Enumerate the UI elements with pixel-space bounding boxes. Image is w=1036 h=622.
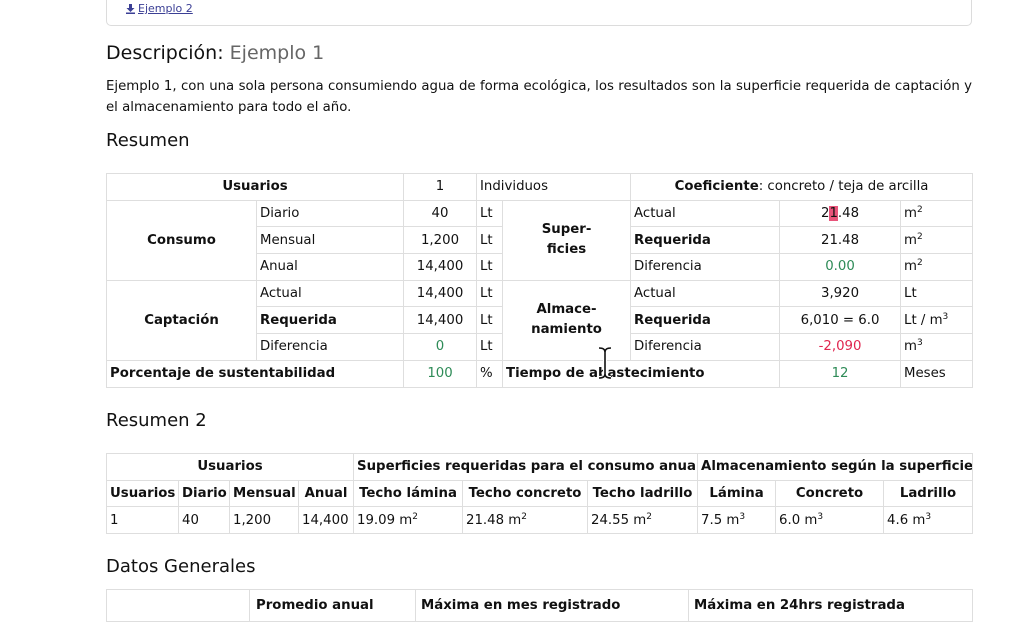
file-card	[106, 0, 972, 26]
table-row: Usuarios Diario Mensual Anual Techo lámi…	[106, 479, 974, 508]
table-cell: 7.5 m3	[697, 506, 777, 535]
table-cell: 19.09 m2	[353, 506, 464, 535]
table-cell: 4.6 m3	[883, 506, 974, 535]
almacenamiento-row-label: Actual	[630, 279, 781, 308]
table-row: Promedio anual Máxima en mes registrado …	[106, 589, 973, 622]
column-header: Techo concreto	[462, 479, 589, 508]
summary-title: Resumen	[106, 130, 190, 151]
almacenamiento-row-unit: Lt / m3	[900, 306, 974, 335]
description-name: Ejemplo 1	[229, 42, 325, 64]
download-icon	[126, 3, 135, 14]
sustentabilidad-value: 100	[403, 359, 478, 388]
consumo-row-value: 1,200	[403, 226, 478, 255]
description-text: Ejemplo 1, con una sola persona consumie…	[106, 79, 972, 115]
users-unit: Individuos	[476, 173, 632, 201]
table-row: Captación Actual 14,400 Lt Almace- namie…	[106, 279, 974, 361]
table-row: Porcentaje de sustentabilidad 100 % Tiem…	[105, 359, 974, 388]
summary2-title: Resumen 2	[106, 410, 207, 431]
column-header: Máxima en 24hrs registrada	[688, 589, 973, 622]
captacion-row-unit: Lt	[476, 279, 504, 308]
captacion-row-unit: Lt	[476, 306, 504, 335]
almacenamiento-row-value: 3,920	[779, 279, 902, 308]
tiempo-unit: Meses	[900, 359, 974, 388]
download-link[interactable]: Ejemplo 2	[126, 2, 193, 15]
users-label: Usuarios	[105, 173, 405, 201]
users-value: 1	[403, 173, 478, 201]
captacion-label: Captación	[106, 279, 257, 361]
captacion-row-label: Requerida	[255, 306, 405, 335]
consumo-row-label: Diario	[255, 199, 405, 228]
almacenamiento-row-label: Requerida	[630, 306, 781, 335]
almacenamiento-row-value: -2,090	[779, 333, 902, 361]
superficies-label: Super- ficies	[502, 199, 632, 281]
superficies-row-label: Requerida	[630, 226, 781, 255]
table-cell: 6.0 m3	[775, 506, 885, 535]
description-label: Descripción:	[106, 42, 224, 64]
tiempo-value: 12	[779, 359, 902, 388]
superficies-row-value: 0.00	[779, 253, 902, 281]
group-header: Almacenamiento según la superficie	[697, 453, 974, 481]
almacenamiento-row-value: 6,010 = 6.0	[779, 306, 902, 335]
tiempo-label: Tiempo de abastecimiento	[502, 359, 781, 388]
captacion-row-value: 0	[403, 333, 478, 361]
table-cell: 14,400	[297, 506, 355, 535]
sustentabilidad-unit: %	[476, 359, 504, 388]
general-title: Datos Generales	[106, 556, 256, 577]
coefficient: Coeficiente: concreto / teja de arcilla	[630, 173, 974, 201]
table-row: 1 40 1,200 14,400 19.09 m2 21.48 m2 24.5…	[106, 506, 974, 535]
superficies-row-unit: m2	[900, 253, 974, 281]
almacenamiento-row-label: Diferencia	[630, 333, 781, 361]
table-cell: 1,200	[229, 506, 299, 535]
consumo-row-label: Anual	[255, 253, 405, 281]
group-header: Usuarios	[105, 453, 355, 481]
captacion-row-label: Actual	[255, 279, 405, 308]
superficies-row-value: 21.48	[779, 199, 902, 228]
summary-table: Usuarios 1 Individuos Coeficiente: concr…	[105, 173, 974, 388]
table-row: Usuarios 1 Individuos Coeficiente: concr…	[105, 173, 974, 201]
captacion-row-value: 14,400	[403, 279, 478, 308]
summary2-table: Usuarios Superficies requeridas para el …	[105, 453, 974, 535]
consumo-row-value: 40	[403, 199, 478, 228]
column-header: Anual	[297, 479, 355, 508]
table-row: Consumo Diario 40 Lt Super- ficies Actua…	[106, 199, 974, 281]
table-cell: 1	[106, 506, 179, 535]
captacion-row-value: 14,400	[403, 306, 478, 335]
captacion-row-label: Diferencia	[255, 333, 405, 361]
consumo-row-unit: Lt	[476, 253, 504, 281]
description-heading: Descripción: Ejemplo 1	[106, 42, 324, 64]
column-header: Máxima en mes registrado	[415, 589, 689, 622]
column-header	[106, 589, 250, 622]
group-header: Superficies requeridas para el consumo a…	[353, 453, 699, 481]
column-header: Techo ladrillo	[587, 479, 699, 508]
almacenamiento-row-unit: Lt	[900, 279, 974, 308]
consumo-label: Consumo	[106, 199, 257, 281]
consumo-row-unit: Lt	[476, 226, 504, 255]
almacenamiento-row-unit: m3	[900, 333, 974, 361]
column-header: Diario	[178, 479, 230, 508]
table-cell: 21.48 m2	[462, 506, 589, 535]
column-header: Lámina	[697, 479, 777, 508]
consumo-row-unit: Lt	[476, 199, 504, 228]
table-row: Usuarios Superficies requeridas para el …	[105, 453, 974, 481]
table-cell: 24.55 m2	[587, 506, 699, 535]
table-cell: 40	[178, 506, 230, 535]
download-link-label: Ejemplo 2	[138, 2, 193, 15]
column-header: Mensual	[229, 479, 299, 508]
superficies-row-unit: m2	[900, 199, 974, 228]
column-header: Promedio anual	[249, 589, 416, 622]
captacion-row-unit: Lt	[476, 333, 504, 361]
superficies-row-label: Diferencia	[630, 253, 781, 281]
column-header: Techo lámina	[353, 479, 464, 508]
general-table: Promedio anual Máxima en mes registrado …	[106, 589, 973, 622]
superficies-row-label: Actual	[630, 199, 781, 228]
column-header: Ladrillo	[883, 479, 974, 508]
superficies-row-unit: m2	[900, 226, 974, 255]
superficies-row-value: 21.48	[779, 226, 902, 255]
consumo-row-label: Mensual	[255, 226, 405, 255]
column-header: Usuarios	[106, 479, 179, 508]
column-header: Concreto	[775, 479, 885, 508]
sustentabilidad-label: Porcentaje de sustentabilidad	[105, 359, 405, 388]
consumo-row-value: 14,400	[403, 253, 478, 281]
text-cursor-icon	[598, 346, 612, 380]
